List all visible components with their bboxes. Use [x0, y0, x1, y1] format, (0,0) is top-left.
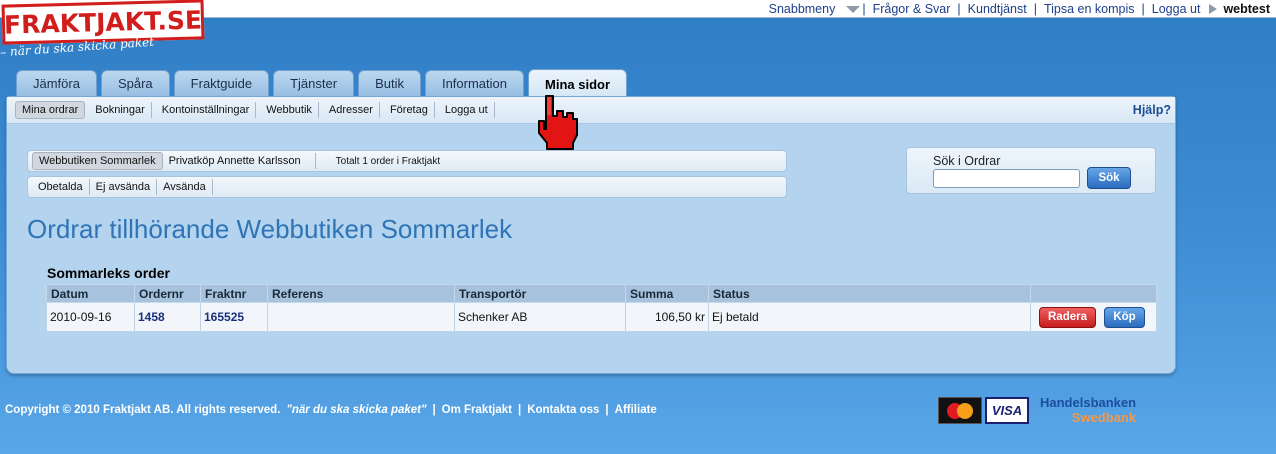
- subnav-bokningar[interactable]: Bokningar: [89, 102, 152, 118]
- col-actions: [1030, 284, 1157, 303]
- help-link[interactable]: Hjälp?: [1133, 103, 1171, 117]
- payment-cards: VISA: [938, 397, 1032, 424]
- filter-privatkop[interactable]: Privatköp Annette Karlsson: [163, 153, 316, 169]
- kundtjanst-link[interactable]: Kundtjänst: [961, 2, 1034, 16]
- page-title: Ordrar tillhörande Webbutiken Sommarlek: [27, 214, 513, 244]
- subnav-foretag[interactable]: Företag: [384, 102, 435, 118]
- footer-link-affiliate[interactable]: Affiliate: [615, 404, 657, 416]
- orders-table: Datum Ordernr Fraktnr Referens Transport…: [46, 284, 1157, 332]
- footer: Copyright © 2010 Fraktjakt AB. All right…: [5, 404, 657, 416]
- search-label: Sök i Ordrar: [933, 154, 1001, 168]
- filter-obetalda[interactable]: Obetalda: [32, 179, 90, 195]
- mastercard-icon: [938, 397, 982, 424]
- bank-logos: Handelsbanken Swedbank: [1040, 395, 1136, 425]
- subnav-kontoinstallningar[interactable]: Kontoinställningar: [156, 102, 257, 118]
- order-total-text: Totalt 1 order i Fraktjakt: [335, 155, 441, 167]
- search-input[interactable]: [933, 169, 1080, 188]
- cell-fraktnr[interactable]: 165525: [200, 302, 268, 332]
- store-filter-bar: Webbutiken Sommarlek Privatköp Annette K…: [27, 150, 787, 172]
- cell-summa: 106,50 kr: [625, 302, 709, 332]
- cell-transportor: Schenker AB: [454, 302, 626, 332]
- cell-actions: Radera Köp: [1030, 302, 1157, 332]
- col-fraktnr: Fraktnr: [200, 284, 268, 303]
- tab-tjanster[interactable]: Tjänster: [273, 70, 355, 96]
- logo-text: FRAKTJAKT.SE: [3, 4, 203, 40]
- search-button[interactable]: Sök: [1087, 167, 1131, 189]
- col-transportor: Transportör: [454, 284, 626, 303]
- username: webtest: [1223, 2, 1270, 16]
- faq-link[interactable]: Frågor & Svar: [866, 2, 958, 16]
- subnav-adresser[interactable]: Adresser: [323, 102, 380, 118]
- footer-link-om[interactable]: Om Fraktjakt: [442, 404, 512, 416]
- status-filter-bar: Obetalda Ej avsända Avsända: [27, 176, 787, 198]
- visa-icon: VISA: [985, 397, 1029, 424]
- buy-button[interactable]: Köp: [1104, 306, 1145, 328]
- col-datum: Datum: [46, 284, 135, 303]
- chevron-down-icon[interactable]: [846, 5, 861, 13]
- col-referens: Referens: [267, 284, 455, 303]
- order-search-box: Sök i Ordrar Sök: [906, 147, 1156, 194]
- footer-slogan: "när du ska skicka paket": [286, 404, 427, 416]
- filter-avsanda[interactable]: Avsända: [157, 179, 213, 195]
- tab-spara[interactable]: Spåra: [100, 70, 170, 96]
- cell-referens: [267, 302, 455, 332]
- col-ordernr: Ordernr: [134, 284, 201, 303]
- subnav-webbutik[interactable]: Webbutik: [260, 102, 319, 118]
- subnav-mina-ordrar[interactable]: Mina ordrar: [15, 101, 86, 119]
- filter-webbutiken-sommarlek[interactable]: Webbutiken Sommarlek: [32, 152, 163, 170]
- tab-fraktguide[interactable]: Fraktguide: [173, 70, 270, 96]
- top-links: Snabbmeny | Frågor & Svar | Kundtjänst |…: [762, 1, 1276, 17]
- col-status: Status: [708, 284, 1031, 303]
- arrow-right-icon: [1209, 4, 1218, 14]
- swedbank-logo: Swedbank: [1071, 410, 1137, 425]
- main-tabs: Jämföra Spåra Fraktguide Tjänster Butik …: [16, 69, 631, 99]
- table-row: 2010-09-16 1458 165525 Schenker AB 106,5…: [46, 302, 1157, 332]
- delete-button[interactable]: Radera: [1039, 306, 1096, 328]
- visa-label: VISA: [991, 403, 1023, 418]
- subnav-logga-ut[interactable]: Logga ut: [439, 102, 495, 118]
- logout-link[interactable]: Logga ut: [1145, 2, 1208, 16]
- cell-datum: 2010-09-16: [46, 302, 135, 332]
- hand-pointer-cursor-icon: [538, 95, 578, 150]
- copyright-text: Copyright © 2010 Fraktjakt AB. All right…: [5, 404, 281, 416]
- filter-ej-avsanda[interactable]: Ej avsända: [90, 179, 158, 195]
- tipsa-link[interactable]: Tipsa en kompis: [1037, 2, 1142, 16]
- tab-jamfora[interactable]: Jämföra: [16, 70, 97, 96]
- sub-navigation: Mina ordrar Bokningar Kontoinställningar…: [7, 97, 1175, 124]
- footer-link-kontakta[interactable]: Kontakta oss: [527, 404, 599, 416]
- handelsbanken-logo: Handelsbanken: [1040, 395, 1137, 410]
- tab-information[interactable]: Information: [424, 70, 525, 96]
- main-panel: Mina ordrar Bokningar Kontoinställningar…: [6, 96, 1176, 374]
- col-summa: Summa: [625, 284, 709, 303]
- cell-ordernr[interactable]: 1458: [134, 302, 201, 332]
- table-header-row: Datum Ordernr Fraktnr Referens Transport…: [46, 284, 1157, 303]
- tab-butik[interactable]: Butik: [358, 70, 421, 96]
- table-title: Sommarleks order: [47, 265, 170, 281]
- snabbmeny-link[interactable]: Snabbmeny: [762, 2, 843, 16]
- cell-status: Ej betald: [708, 302, 1031, 332]
